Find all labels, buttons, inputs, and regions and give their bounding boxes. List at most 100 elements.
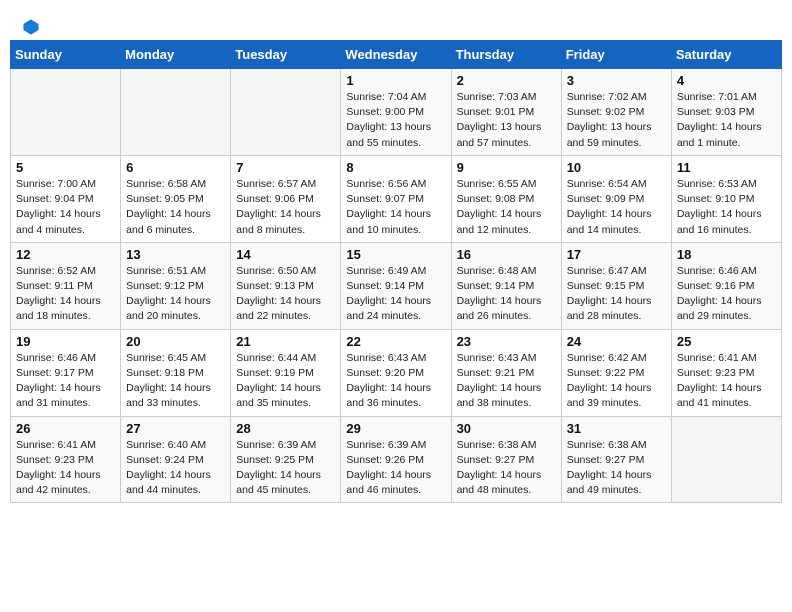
page-header [10,10,782,40]
day-info: Sunrise: 7:02 AMSunset: 9:02 PMDaylight:… [567,90,666,151]
day-number: 7 [236,160,335,175]
day-info: Sunrise: 6:45 AMSunset: 9:18 PMDaylight:… [126,351,225,412]
calendar-cell: 26 Sunrise: 6:41 AMSunset: 9:23 PMDayligh… [11,416,121,503]
calendar-cell: 29 Sunrise: 6:39 AMSunset: 9:26 PMDayligh… [341,416,451,503]
day-number: 21 [236,334,335,349]
calendar-cell [121,69,231,156]
day-number: 8 [346,160,445,175]
day-number: 30 [457,421,556,436]
day-of-week-header: Saturday [671,41,781,69]
day-number: 24 [567,334,666,349]
calendar-week-row: 12Sunrise: 6:52 AMSunset: 9:11 PMDayligh… [11,242,782,329]
day-info: Sunrise: 6:39 AMSunset: 9:26 PMDaylight:… [346,438,445,499]
day-number: 2 [457,73,556,88]
day-info: Sunrise: 7:03 AMSunset: 9:01 PMDaylight:… [457,90,556,151]
calendar-cell: 20 Sunrise: 6:45 AMSunset: 9:18 PMDayligh… [121,329,231,416]
calendar-cell: 3Sunrise: 7:02 AMSunset: 9:02 PMDaylight… [561,69,671,156]
day-info: Sunrise: 6:52 AMSunset: 9:11 PMDaylight:… [16,264,115,325]
calendar-cell: 25 Sunrise: 6:41 AMSunset: 9:23 PMDayligh… [671,329,781,416]
day-info: Sunrise: 6:38 AMSunset: 9:27 PMDaylight:… [457,438,556,499]
day-info: Sunrise: 6:44 AMSunset: 9:19 PMDaylight:… [236,351,335,412]
day-number: 1 [346,73,445,88]
calendar-week-row: 1 Sunrise: 7:04 AMSunset: 9:00 PMDaylight… [11,69,782,156]
day-number: 4 [677,73,776,88]
calendar-cell: 12Sunrise: 6:52 AMSunset: 9:11 PMDayligh… [11,242,121,329]
day-number: 28 [236,421,335,436]
calendar-cell: 10Sunrise: 6:54 AMSunset: 9:09 PMDayligh… [561,155,671,242]
day-info: Sunrise: 6:55 AMSunset: 9:08 PMDaylight:… [457,177,556,238]
day-info: Sunrise: 6:56 AMSunset: 9:07 PMDaylight:… [346,177,445,238]
day-number: 31 [567,421,666,436]
day-of-week-header: Thursday [451,41,561,69]
calendar-cell [231,69,341,156]
day-number: 15 [346,247,445,262]
calendar-cell: 7Sunrise: 6:57 AMSunset: 9:06 PMDaylight… [231,155,341,242]
calendar-cell: 15Sunrise: 6:49 AMSunset: 9:14 PMDayligh… [341,242,451,329]
day-number: 14 [236,247,335,262]
day-number: 26 [16,421,115,436]
day-info: Sunrise: 6:43 AMSunset: 9:21 PMDaylight:… [457,351,556,412]
calendar-cell: 11 Sunrise: 6:53 AMSunset: 9:10 PMDayligh… [671,155,781,242]
calendar-cell: 27 Sunrise: 6:40 AMSunset: 9:24 PMDayligh… [121,416,231,503]
calendar-week-row: 5 Sunrise: 7:00 AMSunset: 9:04 PMDaylight… [11,155,782,242]
calendar-cell: 8 Sunrise: 6:56 AMSunset: 9:07 PMDaylight… [341,155,451,242]
day-of-week-header: Friday [561,41,671,69]
day-info: Sunrise: 6:58 AMSunset: 9:05 PMDaylight:… [126,177,225,238]
day-info: Sunrise: 6:38 AMSunset: 9:27 PMDaylight:… [567,438,666,499]
day-info: Sunrise: 6:43 AMSunset: 9:20 PMDaylight:… [346,351,445,412]
day-number: 27 [126,421,225,436]
day-info: Sunrise: 7:01 AMSunset: 9:03 PMDaylight:… [677,90,776,151]
day-number: 29 [346,421,445,436]
day-info: Sunrise: 7:04 AMSunset: 9:00 PMDaylight:… [346,90,445,151]
day-info: Sunrise: 6:53 AMSunset: 9:10 PMDaylight:… [677,177,776,238]
day-number: 17 [567,247,666,262]
day-number: 23 [457,334,556,349]
day-info: Sunrise: 6:41 AMSunset: 9:23 PMDaylight:… [677,351,776,412]
calendar-cell: 23 Sunrise: 6:43 AMSunset: 9:21 PMDayligh… [451,329,561,416]
calendar-body: 1 Sunrise: 7:04 AMSunset: 9:00 PMDaylight… [11,69,782,503]
days-of-week-row: SundayMondayTuesdayWednesdayThursdayFrid… [11,41,782,69]
day-of-week-header: Monday [121,41,231,69]
day-number: 9 [457,160,556,175]
calendar-week-row: 19 Sunrise: 6:46 AMSunset: 9:17 PMDayligh… [11,329,782,416]
logo-icon [22,18,40,36]
day-of-week-header: Wednesday [341,41,451,69]
calendar-cell: 1 Sunrise: 7:04 AMSunset: 9:00 PMDaylight… [341,69,451,156]
day-number: 19 [16,334,115,349]
calendar-cell: 4 Sunrise: 7:01 AMSunset: 9:03 PMDaylight… [671,69,781,156]
calendar-cell: 30 Sunrise: 6:38 AMSunset: 9:27 PMDayligh… [451,416,561,503]
calendar-cell: 14Sunrise: 6:50 AMSunset: 9:13 PMDayligh… [231,242,341,329]
calendar-cell: 16 Sunrise: 6:48 AMSunset: 9:14 PMDayligh… [451,242,561,329]
calendar-cell: 17Sunrise: 6:47 AMSunset: 9:15 PMDayligh… [561,242,671,329]
calendar-table: SundayMondayTuesdayWednesdayThursdayFrid… [10,40,782,503]
day-number: 16 [457,247,556,262]
day-info: Sunrise: 6:41 AMSunset: 9:23 PMDaylight:… [16,438,115,499]
day-info: Sunrise: 6:39 AMSunset: 9:25 PMDaylight:… [236,438,335,499]
day-info: Sunrise: 7:00 AMSunset: 9:04 PMDaylight:… [16,177,115,238]
calendar-cell: 19 Sunrise: 6:46 AMSunset: 9:17 PMDayligh… [11,329,121,416]
calendar-cell: 22 Sunrise: 6:43 AMSunset: 9:20 PMDayligh… [341,329,451,416]
day-number: 20 [126,334,225,349]
day-info: Sunrise: 6:48 AMSunset: 9:14 PMDaylight:… [457,264,556,325]
calendar-cell: 18 Sunrise: 6:46 AMSunset: 9:16 PMDayligh… [671,242,781,329]
day-number: 5 [16,160,115,175]
calendar-week-row: 26 Sunrise: 6:41 AMSunset: 9:23 PMDayligh… [11,416,782,503]
calendar-cell: 24Sunrise: 6:42 AMSunset: 9:22 PMDayligh… [561,329,671,416]
day-number: 13 [126,247,225,262]
day-number: 6 [126,160,225,175]
day-info: Sunrise: 6:51 AMSunset: 9:12 PMDaylight:… [126,264,225,325]
day-info: Sunrise: 6:46 AMSunset: 9:16 PMDaylight:… [677,264,776,325]
calendar-cell: 21 Sunrise: 6:44 AMSunset: 9:19 PMDayligh… [231,329,341,416]
day-info: Sunrise: 6:40 AMSunset: 9:24 PMDaylight:… [126,438,225,499]
calendar-cell [11,69,121,156]
day-info: Sunrise: 6:46 AMSunset: 9:17 PMDaylight:… [16,351,115,412]
calendar-cell: 6 Sunrise: 6:58 AMSunset: 9:05 PMDaylight… [121,155,231,242]
day-number: 25 [677,334,776,349]
calendar-cell: 5 Sunrise: 7:00 AMSunset: 9:04 PMDaylight… [11,155,121,242]
day-number: 18 [677,247,776,262]
calendar-cell: 31 Sunrise: 6:38 AMSunset: 9:27 PMDayligh… [561,416,671,503]
day-number: 11 [677,160,776,175]
calendar-cell: 13 Sunrise: 6:51 AMSunset: 9:12 PMDayligh… [121,242,231,329]
day-number: 22 [346,334,445,349]
day-of-week-header: Tuesday [231,41,341,69]
